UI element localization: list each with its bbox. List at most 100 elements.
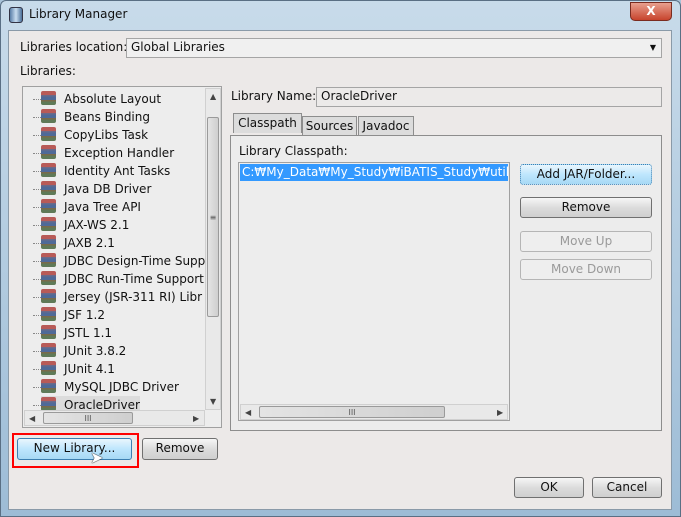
library-item-label: Identity Ant Tasks (64, 164, 171, 178)
cancel-button[interactable]: Cancel (592, 477, 662, 498)
library-item[interactable]: Java Tree API (41, 198, 141, 216)
scroll-down-icon[interactable]: ▼ (210, 397, 216, 406)
library-book-icon (41, 127, 56, 141)
scroll-right-icon[interactable]: ▶ (497, 408, 503, 417)
library-item[interactable]: Exception Handler (41, 144, 174, 162)
scroll-thumb[interactable]: III (43, 412, 133, 424)
tree-connector (33, 297, 41, 298)
libraries-list[interactable]: Absolute Layout Beans Binding CopyLibs Tas… (22, 86, 222, 428)
tree-connector (33, 315, 41, 316)
vertical-scrollbar[interactable]: ▲ ≡ ▼ (205, 88, 221, 410)
library-item[interactable]: Beans Binding (41, 108, 150, 126)
close-button[interactable]: X (630, 2, 672, 21)
tree-connector (33, 171, 41, 172)
library-name-input[interactable]: OracleDriver (316, 87, 662, 107)
tree-connector (33, 369, 41, 370)
libraries-label: Libraries: (20, 64, 76, 78)
remove-library-button[interactable]: Remove (142, 438, 218, 460)
library-book-icon (41, 181, 56, 195)
library-book-icon (41, 145, 56, 159)
library-item[interactable]: JUnit 3.8.2 (41, 342, 126, 360)
move-up-button[interactable]: Move Up (520, 231, 652, 252)
library-book-icon (41, 199, 56, 213)
library-book-icon (41, 109, 56, 123)
tree-connector (33, 225, 41, 226)
library-book-icon (41, 379, 56, 393)
library-item-label: JDBC Run-Time Support (64, 272, 204, 286)
tree-connector (33, 189, 41, 190)
tab-sources[interactable]: Sources (302, 116, 357, 135)
scroll-right-icon[interactable]: ▶ (193, 414, 199, 423)
tree-connector (33, 153, 41, 154)
library-item-label: Java Tree API (64, 200, 141, 214)
scroll-left-icon[interactable]: ◀ (245, 408, 251, 417)
library-book-icon (41, 361, 56, 375)
library-item-label: JAXB 2.1 (64, 236, 115, 250)
new-library-button[interactable]: New Library... (17, 438, 132, 460)
library-item[interactable]: JSF 1.2 (41, 306, 105, 324)
classpath-list[interactable]: C:₩My_Data₩My_Study₩iBATIS_Study₩util₩ ◀… (238, 162, 510, 421)
library-item[interactable]: JSTL 1.1 (41, 324, 112, 342)
scroll-thumb[interactable]: III (259, 406, 445, 418)
library-item-label: Exception Handler (64, 146, 175, 160)
library-item[interactable]: JAXB 2.1 (41, 234, 115, 252)
scroll-thumb[interactable]: ≡ (207, 117, 219, 317)
library-book-icon (41, 91, 56, 105)
scroll-up-icon[interactable]: ▲ (210, 92, 216, 101)
library-item-label: JSTL 1.1 (64, 326, 113, 340)
library-item-label: JDBC Design-Time Supp (64, 254, 206, 268)
library-book-icon (41, 253, 56, 267)
library-item[interactable]: Java DB Driver (41, 180, 151, 198)
library-item-label: Absolute Layout (64, 92, 162, 106)
library-book-icon (41, 289, 56, 303)
tab-classpath[interactable]: Classpath (233, 113, 302, 133)
tree-connector (33, 261, 41, 262)
library-item-label: MySQL JDBC Driver (64, 380, 179, 394)
tree-connector (33, 243, 41, 244)
tree-connector (33, 351, 41, 352)
library-item[interactable]: JAX-WS 2.1 (41, 216, 129, 234)
tree-connector (33, 207, 41, 208)
add-jar-folder-button[interactable]: Add JAR/Folder... (520, 164, 652, 185)
chevron-down-icon: ▼ (649, 43, 656, 52)
library-book-icon (41, 325, 56, 339)
library-item-label: Jersey (JSR-311 RI) Libr (64, 290, 203, 304)
library-book-icon (41, 163, 56, 177)
library-classpath-label: Library Classpath: (239, 144, 348, 158)
library-item[interactable]: JDBC Design-Time Supp (41, 252, 205, 270)
tree-connector (33, 387, 41, 388)
library-book-icon (41, 343, 56, 357)
library-item[interactable]: JUnit 4.1 (41, 360, 115, 378)
tree-connector (33, 135, 41, 136)
libraries-location-label: Libraries location: (20, 40, 128, 54)
library-item[interactable]: CopyLibs Task (41, 126, 148, 144)
library-item[interactable]: Jersey (JSR-311 RI) Libr (41, 288, 202, 306)
library-item-label: JAX-WS 2.1 (64, 218, 130, 232)
horizontal-scrollbar[interactable]: ◀ III ▶ (24, 410, 205, 426)
library-item[interactable]: JDBC Run-Time Support (41, 270, 204, 288)
library-item-label: JUnit 4.1 (64, 362, 115, 376)
library-item-label: JSF 1.2 (64, 308, 105, 322)
remove-jar-button[interactable]: Remove (520, 197, 652, 218)
app-icon (9, 7, 23, 23)
ok-button[interactable]: OK (514, 477, 584, 498)
move-down-button[interactable]: Move Down (520, 259, 652, 280)
library-book-icon (41, 307, 56, 321)
library-item[interactable]: Identity Ant Tasks (41, 162, 170, 180)
horizontal-scrollbar[interactable]: ◀ III ▶ (240, 404, 508, 420)
scroll-left-icon[interactable]: ◀ (29, 414, 35, 423)
tab-javadoc[interactable]: Javadoc (358, 116, 414, 135)
mouse-cursor-icon: ➤ (90, 448, 104, 467)
tree-connector (33, 333, 41, 334)
classpath-entry[interactable]: C:₩My_Data₩My_Study₩iBATIS_Study₩util₩ (240, 164, 508, 181)
library-item[interactable]: Absolute Layout (41, 90, 161, 108)
library-book-icon (41, 235, 56, 249)
library-item-label: CopyLibs Task (64, 128, 149, 142)
library-item[interactable]: MySQL JDBC Driver (41, 378, 179, 396)
libraries-location-select[interactable]: Global Libraries ▼ (126, 38, 662, 58)
library-item-label: Java DB Driver (64, 182, 152, 196)
library-book-icon (41, 271, 56, 285)
library-book-icon (41, 217, 56, 231)
tree-connector (33, 279, 41, 280)
tree-connector (33, 99, 41, 100)
